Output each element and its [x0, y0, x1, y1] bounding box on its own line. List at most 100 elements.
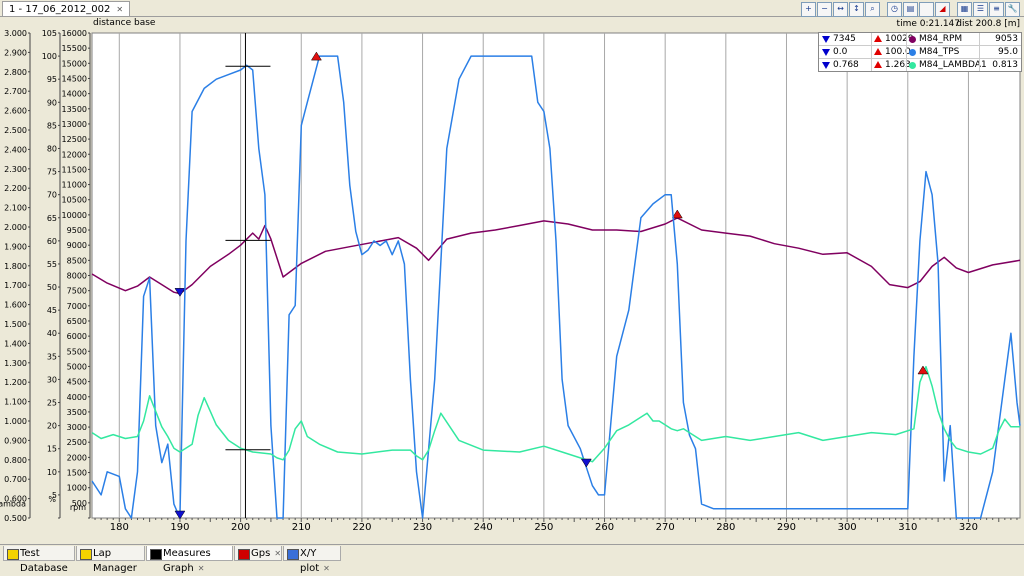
close-icon[interactable]: ✕	[116, 5, 123, 14]
channel-color-dot	[909, 62, 916, 69]
legend-channel-name: M84_TPS	[919, 47, 960, 57]
y-tick-label: 3000	[67, 423, 87, 432]
y-tick-label: 35	[47, 352, 57, 361]
x-tick-label: 250	[534, 522, 553, 533]
close-icon[interactable]: ✕	[198, 564, 205, 573]
legend-row[interactable]: 0.0 100.0 M84_TPS 95.0	[819, 45, 1021, 58]
y-tick-label: 0.500	[4, 514, 27, 523]
y-tick-label: 80	[47, 144, 57, 153]
tab-gps[interactable]: Gps ✕	[234, 546, 282, 561]
divider	[871, 46, 872, 58]
y-tick-label: 8000	[67, 272, 87, 281]
zoom-out-icon[interactable]: −	[817, 2, 832, 17]
x-tick-label: 290	[777, 522, 796, 533]
y-tick-label: 1.000	[4, 417, 27, 426]
wrench-icon[interactable]: 🔧	[1005, 2, 1020, 17]
folder-icon	[80, 549, 92, 560]
y-tick-label: 10	[47, 468, 57, 477]
y-tick-label: 0.700	[4, 475, 27, 484]
zoom-x-icon[interactable]: ↔	[833, 2, 848, 17]
zoom-in-icon[interactable]: +	[801, 2, 816, 17]
tab-measures-graph[interactable]: Measures Graph ✕	[146, 546, 233, 574]
list2-icon[interactable]: ≡	[989, 2, 1004, 17]
y-tick-label: 105	[42, 29, 57, 38]
tab-label: X/Y plot	[300, 548, 320, 574]
grid-icon[interactable]: ▦	[957, 2, 972, 17]
legend-row[interactable]: 7345 10029 M84_RPM 9053	[819, 33, 1021, 45]
legend-channel-name: M84_RPM	[919, 34, 963, 44]
max-icon	[874, 61, 882, 68]
tab-x-y-plot[interactable]: X/Y plot ✕	[283, 546, 341, 574]
y-tick-label: 1.700	[4, 281, 27, 290]
y-tick-label: 1.300	[4, 359, 27, 368]
zoom-reset-icon[interactable]: ⌕	[865, 2, 880, 17]
y-tick-label: 12000	[62, 150, 87, 159]
y-axis-unit: rpm	[70, 503, 86, 512]
y-tick-label: 2.700	[4, 87, 27, 96]
x-tick-label: 260	[595, 522, 614, 533]
y-tick-label: 10000	[62, 211, 87, 220]
x-tick-label: 240	[474, 522, 493, 533]
legend-row[interactable]: 0.768 1.263 M84_LAMBDA1 0.813	[819, 58, 1021, 71]
database-icon	[7, 549, 19, 560]
close-icon[interactable]: ✕	[274, 549, 281, 558]
y-tick-label: 2500	[67, 438, 87, 447]
x-tick-label: 320	[959, 522, 978, 533]
tab-test-database[interactable]: Test Database	[3, 546, 75, 574]
channel-color-dot	[909, 36, 916, 43]
y-tick-label: 1.500	[4, 320, 27, 329]
min-icon	[822, 62, 830, 69]
legend-value: 0.813	[992, 60, 1018, 70]
y-tick-label: 4500	[67, 378, 87, 387]
blank-icon[interactable]	[919, 2, 934, 17]
y-tick-label: 1.900	[4, 242, 27, 251]
y-tick-label: 85	[47, 121, 57, 130]
measures-graph[interactable]: 180 190 200 210 220 230 240 250 260 270 280 290 300 3…	[0, 29, 1024, 544]
y-tick-label: 1.100	[4, 398, 27, 407]
clock-icon[interactable]: ◷	[887, 2, 902, 17]
y-tick-label: 9000	[67, 241, 87, 250]
y-tick-label: 14500	[62, 74, 87, 83]
zoom-y-icon[interactable]: ↕	[849, 2, 864, 17]
document-tab[interactable]: 1 - 17_06_2012_002 ✕	[2, 1, 131, 17]
y-tick-label: 7500	[67, 287, 87, 296]
color-icon[interactable]: ◢	[935, 2, 950, 17]
y-tick-label: 55	[47, 260, 57, 269]
y-tick-label: 50	[47, 283, 57, 292]
x-tick-label: 220	[352, 522, 371, 533]
toolbar-gap	[881, 2, 886, 18]
y-tick-label: 5500	[67, 347, 87, 356]
y-tick-label: 75	[47, 168, 57, 177]
y-tick-label: 95	[47, 75, 57, 84]
channel-legend: 7345 10029 M84_RPM 9053 0.0 100.0 M84_TPS 95.0 0…	[818, 32, 1022, 72]
y-tick-label: 2.200	[4, 184, 27, 193]
y-tick-label: 1500	[67, 469, 87, 478]
x-tick-label: 280	[716, 522, 735, 533]
distance-readout: dist 200.8 [m]	[956, 19, 1020, 29]
y-tick-label: 14000	[62, 90, 87, 99]
y-tick-label: 20	[47, 422, 57, 431]
y-tick-label: 10500	[62, 196, 87, 205]
y-tick-label: 45	[47, 306, 57, 315]
min-icon	[822, 36, 830, 43]
xy-plot-icon	[287, 549, 299, 560]
tab-lap-manager[interactable]: Lap Manager	[76, 546, 145, 574]
y-tick-label: 13500	[62, 105, 87, 114]
y-tick-label: 12500	[62, 135, 87, 144]
list-icon[interactable]: ☰	[973, 2, 988, 17]
layout-icon[interactable]: ▤	[903, 2, 918, 17]
close-icon[interactable]: ✕	[323, 564, 330, 573]
document-tab-label: 1 - 17_06_2012_002	[9, 4, 111, 15]
x-tick-label: 230	[413, 522, 432, 533]
y-tick-label: 90	[47, 98, 57, 107]
title-bar: 1 - 17_06_2012_002 ✕ + − ↔ ↕ ⌕ ◷ ▤ ◢ ▦ ☰ ≡ 🔧	[0, 0, 1024, 17]
y-tick-label: 25	[47, 399, 57, 408]
y-tick-label: 2.300	[4, 165, 27, 174]
x-tick-label: 190	[170, 522, 189, 533]
x-tick-label: 310	[898, 522, 917, 533]
y-tick-label: 2000	[67, 453, 87, 462]
max-icon	[874, 35, 882, 42]
y-tick-label: 2.900	[4, 48, 27, 57]
legend-min: 7345	[833, 34, 856, 44]
y-tick-label: 1.400	[4, 339, 27, 348]
